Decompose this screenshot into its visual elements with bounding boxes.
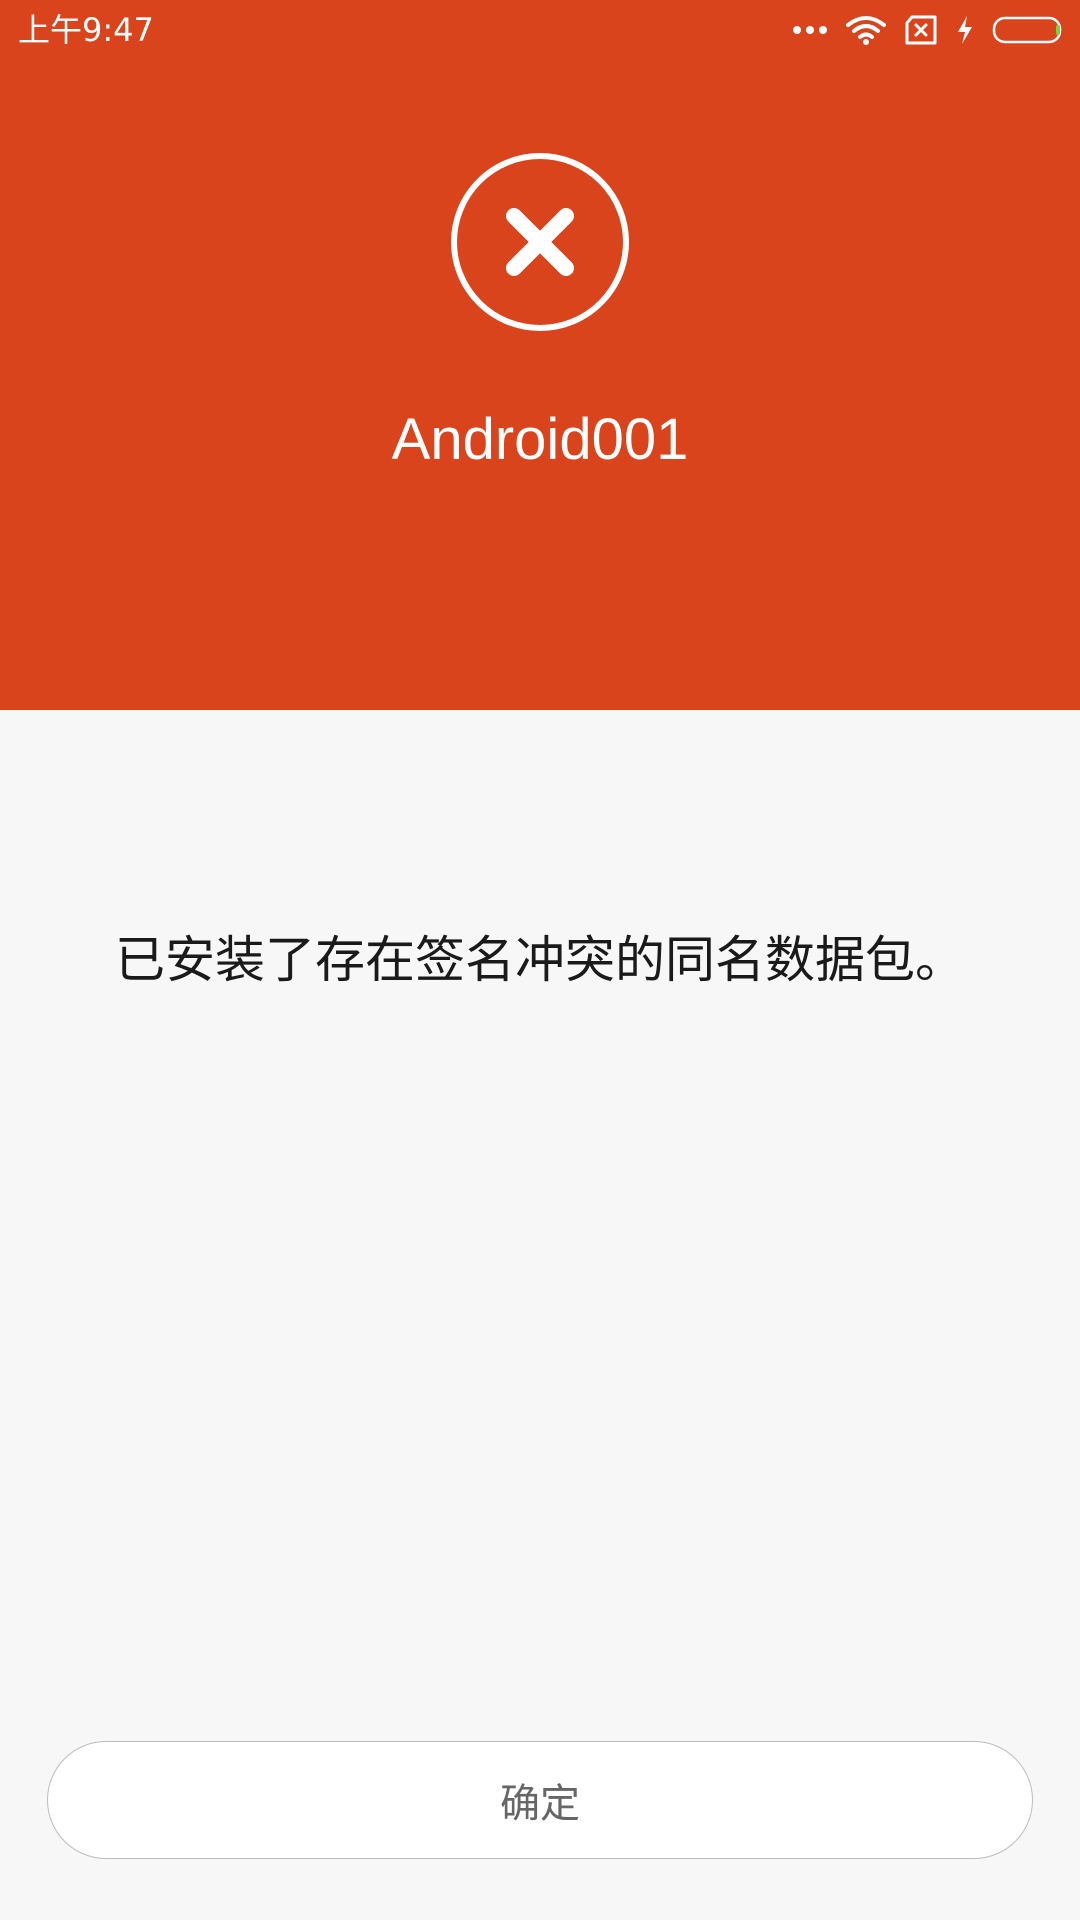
battery-icon xyxy=(992,16,1064,44)
no-sim-icon xyxy=(904,15,938,45)
status-icons xyxy=(792,12,1064,48)
install-result-header: 上午9:47 Android001 xyxy=(0,0,1080,710)
charging-bolt-icon xyxy=(956,15,974,45)
app-name: Android001 xyxy=(391,407,689,472)
wifi-icon xyxy=(846,15,886,45)
error-circle-x-icon xyxy=(450,152,630,332)
install-error-message: 已安装了存在签名冲突的同名数据包。 xyxy=(115,931,965,989)
status-bar: 上午9:47 xyxy=(0,0,1080,60)
confirm-button[interactable]: 确定 xyxy=(47,1741,1033,1859)
status-time: 上午9:47 xyxy=(18,11,154,49)
more-dots-icon xyxy=(792,24,828,36)
